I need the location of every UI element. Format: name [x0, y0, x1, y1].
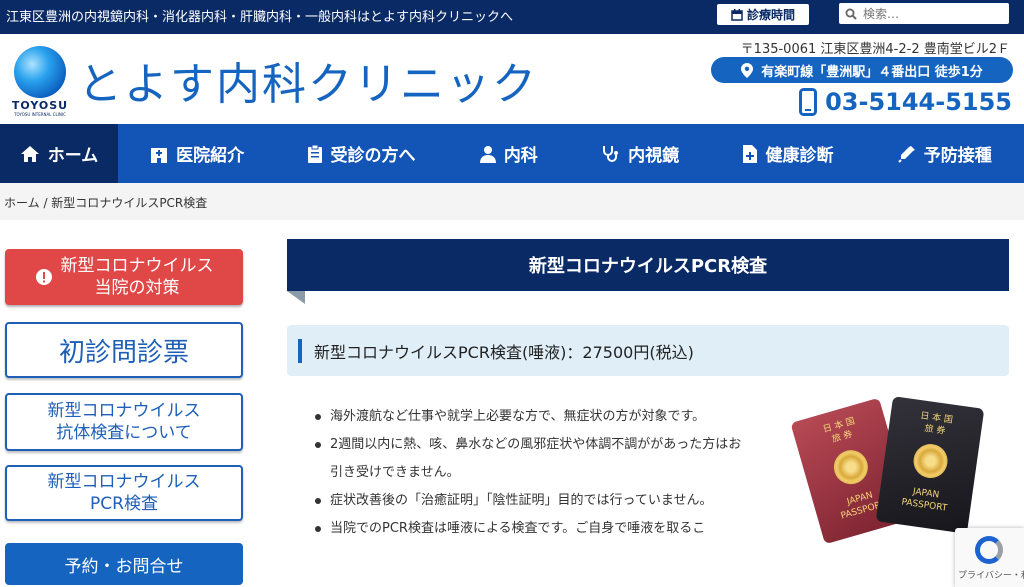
site-header: TOYOSU TOYOSU INTERNAL CLINIC とよす内科クリニック… — [0, 34, 1024, 124]
covid-measures-button[interactable]: 新型コロナウイルス 当院の対策 — [5, 249, 243, 305]
mobile-phone-icon — [799, 88, 818, 116]
nav-endoscopy[interactable]: 内視鏡 — [570, 124, 711, 183]
antibody-test-button[interactable]: 新型コロナウイルス 抗体検査について — [5, 393, 243, 451]
chrysanthemum-seal-icon — [911, 441, 950, 481]
site-tagline: 江東区豊洲の内視鏡内科・消化器内科・肝臓内科・一般内科はとよす内科クリニックへ — [6, 10, 514, 25]
access-text: 有楽町線「豊洲駅」４番出口 徒歩1分 — [761, 64, 983, 80]
recaptcha-icon — [975, 536, 1003, 564]
pcr-line1: 新型コロナウイルス — [47, 472, 201, 492]
heading-accent-bar — [298, 338, 302, 363]
top-bar: 江東区豊洲の内視鏡内科・消化器内科・肝臓内科・一般内科はとよす内科クリニックへ … — [0, 0, 1024, 34]
recaptcha-text[interactable]: プライバシー・利用規約 — [958, 568, 1024, 581]
page-title: 新型コロナウイルスPCR検査 — [287, 239, 1009, 291]
search-box — [839, 3, 1009, 24]
clinic-name[interactable]: とよす内科クリニック — [78, 48, 538, 112]
hospital-icon — [151, 147, 168, 163]
alert-circle-icon — [35, 269, 52, 285]
calendar-icon — [731, 8, 743, 21]
passport-dark: 日 本 国 旅 券 JAPAN PASSPORT — [875, 396, 985, 534]
medical-file-icon — [743, 144, 758, 163]
covid-measures-line1: 新型コロナウイルス — [60, 256, 214, 276]
price-heading-text: 新型コロナウイルスPCR検査(唾液)：27500円(税込) — [314, 342, 694, 362]
logo-word: TOYOSU — [11, 99, 69, 112]
main-nav: ホーム 医院紹介 受診の方へ 内科 内視鏡 健康診断 予防接種 — [0, 124, 1024, 183]
stethoscope-icon — [603, 145, 619, 162]
contact-button[interactable]: 予約・お問合せ — [5, 543, 243, 585]
title-fold-decoration — [287, 291, 305, 304]
pcr-test-button[interactable]: 新型コロナウイルス PCR検査 — [5, 465, 243, 521]
clinic-address: 〒135-0061 江東区豊洲4-2-2 豊南堂ビル2Ｆ — [740, 42, 1010, 57]
nav-internal[interactable]: 内科 — [448, 124, 570, 183]
antibody-line1: 新型コロナウイルス — [47, 401, 201, 421]
logo-globe-icon — [14, 46, 66, 98]
pcr-line2: PCR検査 — [90, 494, 158, 514]
questionnaire-label: 初診問診票 — [58, 337, 189, 368]
contact-label: 予約・お問合せ — [64, 556, 184, 577]
phone-number[interactable]: 03-5144-5155 — [799, 88, 1012, 116]
covid-measures-line2: 当院の対策 — [94, 278, 180, 298]
map-pin-icon — [741, 62, 754, 78]
antibody-line2: 抗体検査について — [56, 423, 192, 443]
nav-about[interactable]: 医院紹介 — [118, 124, 276, 183]
clipboard-icon — [308, 144, 323, 163]
nav-visit-label: 受診の方へ — [330, 146, 416, 166]
questionnaire-button[interactable]: 初診問診票 — [5, 322, 243, 378]
nav-home[interactable]: ホーム — [0, 124, 118, 183]
conditions-list: 海外渡航など仕事や就学上必要な方で、無症状の方が対象です。 2週間以内に熱、咳、… — [312, 403, 746, 543]
price-heading: 新型コロナウイルスPCR検査(唾液)：27500円(税込) — [287, 325, 1009, 376]
breadcrumb[interactable]: ホーム / 新型コロナウイルスPCR検査 — [0, 183, 1024, 220]
hours-button[interactable]: 診療時間 — [717, 4, 809, 25]
home-icon — [20, 145, 39, 162]
passports-image: 日 本 国 旅 券 JAPAN PASSPORT 日 本 国 旅 券 JAPAN… — [790, 396, 985, 548]
search-icon — [845, 8, 857, 20]
nav-home-label: ホーム — [47, 146, 99, 166]
nav-vaccination-label: 予防接種 — [923, 146, 992, 166]
logo-subtext: TOYOSU INTERNAL CLINIC — [14, 112, 66, 117]
doctor-icon — [479, 145, 496, 163]
nav-about-label: 医院紹介 — [176, 146, 245, 166]
syringe-icon — [898, 145, 915, 163]
list-item: 当院でのPCR検査は唾液による検査です。ご自身で唾液を取るこ — [312, 515, 746, 543]
nav-visit[interactable]: 受診の方へ — [276, 124, 447, 183]
nav-vaccination[interactable]: 予防接種 — [866, 124, 1024, 183]
nav-internal-label: 内科 — [503, 146, 538, 166]
nav-endoscopy-label: 内視鏡 — [628, 146, 680, 166]
nav-checkup-label: 健康診断 — [765, 146, 834, 166]
access-badge: 有楽町線「豊洲駅」４番出口 徒歩1分 — [711, 57, 1013, 83]
hours-label: 診療時間 — [746, 8, 795, 22]
phone-text: 03-5144-5155 — [825, 88, 1012, 116]
clinic-logo[interactable]: TOYOSU TOYOSU INTERNAL CLINIC — [8, 42, 72, 117]
list-item: 2週間以内に熱、咳、鼻水などの風邪症状や体調不調ががあった方はお引き受けできませ… — [312, 431, 746, 487]
nav-checkup[interactable]: 健康診断 — [711, 124, 865, 183]
list-item: 症状改善後の「治癒証明」「陰性証明」目的では行っていません。 — [312, 487, 746, 515]
list-item: 海外渡航など仕事や就学上必要な方で、無症状の方が対象です。 — [312, 403, 746, 431]
recaptcha-badge[interactable]: プライバシー・利用規約 — [955, 528, 1024, 587]
search-input[interactable] — [863, 6, 993, 21]
chrysanthemum-seal-icon — [829, 446, 872, 489]
